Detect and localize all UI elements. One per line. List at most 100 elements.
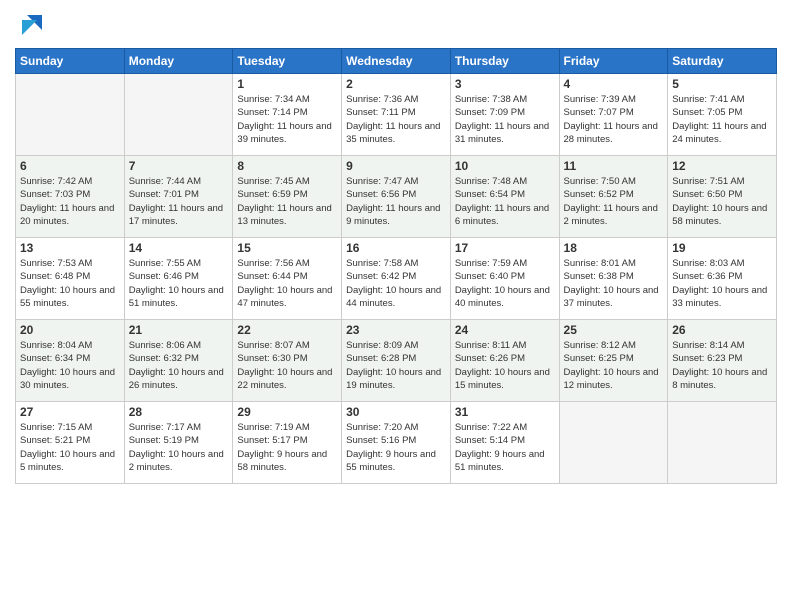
calendar-header-saturday: Saturday [668,49,777,74]
daylight-text: Daylight: 10 hours and 30 minutes. [20,367,115,391]
day-number: 17 [455,241,555,255]
daylight-text: Daylight: 11 hours and 9 minutes. [346,203,440,227]
sunset-text: Sunset: 7:07 PM [564,107,634,118]
day-number: 21 [129,323,229,337]
sunset-text: Sunset: 7:11 PM [346,107,416,118]
sunrise-text: Sunrise: 7:50 AM [564,176,636,187]
day-info: Sunrise: 8:06 AM Sunset: 6:32 PM Daylight:… [129,339,229,392]
calendar-cell: 12Sunrise: 7:51 AMSunset: 6:50 PMDayligh… [668,156,777,238]
day-number: 15 [237,241,337,255]
sunset-text: Sunset: 5:17 PM [237,435,307,446]
sunrise-text: Sunrise: 8:06 AM [129,340,201,351]
calendar-header-wednesday: Wednesday [342,49,451,74]
daylight-text: Daylight: 9 hours and 55 minutes. [346,449,436,473]
day-number: 3 [455,77,555,91]
calendar-header-row: SundayMondayTuesdayWednesdayThursdayFrid… [16,49,777,74]
day-number: 22 [237,323,337,337]
sunrise-text: Sunrise: 7:19 AM [237,422,309,433]
sunset-text: Sunset: 5:14 PM [455,435,525,446]
calendar-cell: 14 Sunrise: 7:55 AMSunset: 6:46 PMDayligh… [124,238,233,320]
day-number: 25 [564,323,664,337]
sunset-text: Sunset: 6:32 PM [129,353,199,364]
sunset-text: Sunset: 6:50 PM [672,189,742,200]
calendar-table: SundayMondayTuesdayWednesdayThursdayFrid… [15,48,777,484]
daylight-text: Daylight: 10 hours and 47 minutes. [237,285,332,309]
sunrise-text: Sunrise: 7:51 AM [672,176,744,187]
sunset-text: Sunset: 6:48 PM [20,271,90,282]
day-info: Sunrise: 7:36 AMSunset: 7:11 PMDaylight:… [346,93,446,146]
day-number: 7 [129,159,229,173]
logo-icon [17,10,47,40]
daylight-text: Daylight: 10 hours and 55 minutes. [20,285,115,309]
daylight-text: Daylight: 10 hours and 19 minutes. [346,367,441,391]
day-info: Sunrise: 7:55 AMSunset: 6:46 PMDaylight:… [129,257,229,310]
daylight-text: Daylight: 10 hours and 58 minutes. [672,203,767,227]
sunset-text: Sunset: 6:40 PM [455,271,525,282]
day-info: Sunrise: 8:12 AMSunset: 6:25 PMDaylight:… [564,339,664,392]
day-number: 13 [20,241,120,255]
sunset-text: Sunset: 6:54 PM [455,189,525,200]
day-number: 8 [237,159,337,173]
daylight-text: Daylight: 11 hours and 6 minutes. [455,203,549,227]
sunrise-text: Sunrise: 7:17 AM [129,422,201,433]
calendar-cell: 6Sunrise: 7:42 AMSunset: 7:03 PMDaylight… [16,156,125,238]
day-info: Sunrise: 7:42 AMSunset: 7:03 PMDaylight:… [20,175,120,228]
calendar-cell: 18Sunrise: 8:01 AMSunset: 6:38 PMDayligh… [559,238,668,320]
day-info: Sunrise: 7:44 AMSunset: 7:01 PMDaylight:… [129,175,229,228]
calendar-cell: 2Sunrise: 7:36 AMSunset: 7:11 PMDaylight… [342,74,451,156]
daylight-text: Daylight: 11 hours and 31 minutes. [455,121,549,145]
sunrise-text: Sunrise: 7:45 AM [237,176,309,187]
sunset-text: Sunset: 6:23 PM [672,353,742,364]
sunset-text: Sunset: 6:44 PM [237,271,307,282]
header [15,10,777,40]
day-number: 9 [346,159,446,173]
sunset-text: Sunset: 5:16 PM [346,435,416,446]
calendar-cell: 24Sunrise: 8:11 AMSunset: 6:26 PMDayligh… [450,320,559,402]
day-info: Sunrise: 7:50 AMSunset: 6:52 PMDaylight:… [564,175,664,228]
daylight-text: Daylight: 10 hours and 37 minutes. [564,285,659,309]
sunset-text: Sunset: 6:30 PM [237,353,307,364]
day-info: Sunrise: 7:47 AMSunset: 6:56 PMDaylight:… [346,175,446,228]
day-info: Sunrise: 7:22 AMSunset: 5:14 PMDaylight:… [455,421,555,474]
daylight-text: Daylight: 11 hours and 13 minutes. [237,203,331,227]
day-info: Sunrise: 7:20 AMSunset: 5:16 PMDaylight:… [346,421,446,474]
daylight-text: Daylight: 10 hours and 26 minutes. [129,367,224,391]
calendar-cell: 28Sunrise: 7:17 AMSunset: 5:19 PMDayligh… [124,402,233,484]
sunrise-text: Sunrise: 7:36 AM [346,94,418,105]
day-info: Sunrise: 7:53 AMSunset: 6:48 PMDaylight:… [20,257,120,310]
day-info: Sunrise: 7:39 AMSunset: 7:07 PMDaylight:… [564,93,664,146]
day-number: 27 [20,405,120,419]
day-number: 1 [237,77,337,91]
calendar-cell [668,402,777,484]
calendar-cell: 22Sunrise: 8:07 AMSunset: 6:30 PMDayligh… [233,320,342,402]
daylight-text: Daylight: 9 hours and 58 minutes. [237,449,327,473]
sunset-text: Sunset: 7:03 PM [20,189,90,200]
day-number: 10 [455,159,555,173]
day-info: Sunrise: 7:45 AMSunset: 6:59 PMDaylight:… [237,175,337,228]
calendar-cell: 4Sunrise: 7:39 AMSunset: 7:07 PMDaylight… [559,74,668,156]
sunset-text: Sunset: 6:28 PM [346,353,416,364]
calendar-cell: 3Sunrise: 7:38 AMSunset: 7:09 PMDaylight… [450,74,559,156]
sunset-text: Sunset: 6:26 PM [455,353,525,364]
calendar-cell: 19Sunrise: 8:03 AMSunset: 6:36 PMDayligh… [668,238,777,320]
day-number: 31 [455,405,555,419]
sunrise-text: Sunrise: 7:55 AM [129,258,201,269]
daylight-text: Daylight: 10 hours and 40 minutes. [455,285,550,309]
daylight-text: Daylight: 10 hours and 44 minutes. [346,285,441,309]
day-number: 23 [346,323,446,337]
daylight-text: Daylight: 11 hours and 24 minutes. [672,121,766,145]
day-number: 14 [129,241,229,255]
daylight-text: Daylight: 10 hours and 33 minutes. [672,285,767,309]
calendar-cell: 7 Sunrise: 7:44 AMSunset: 7:01 PMDaylight… [124,156,233,238]
sunrise-text: Sunrise: 7:47 AM [346,176,418,187]
sunrise-text: Sunrise: 8:04 AM [20,340,92,351]
calendar-cell: 29 Sunrise: 7:19 AM Sunset: 5:17 PM Dayligh… [233,402,342,484]
sunset-text: Sunset: 7:09 PM [455,107,525,118]
day-number: 2 [346,77,446,91]
day-number: 29 [237,405,337,419]
daylight-text: Daylight: 11 hours and 17 minutes. [129,203,223,227]
day-info: Sunrise: 7:48 AM Sunset: 6:54 PM Daylight:… [455,175,555,228]
sunrise-text: Sunrise: 7:56 AM [237,258,309,269]
sunrise-text: Sunrise: 7:48 AM [455,176,527,187]
sunrise-text: Sunrise: 7:34 AM [237,94,309,105]
